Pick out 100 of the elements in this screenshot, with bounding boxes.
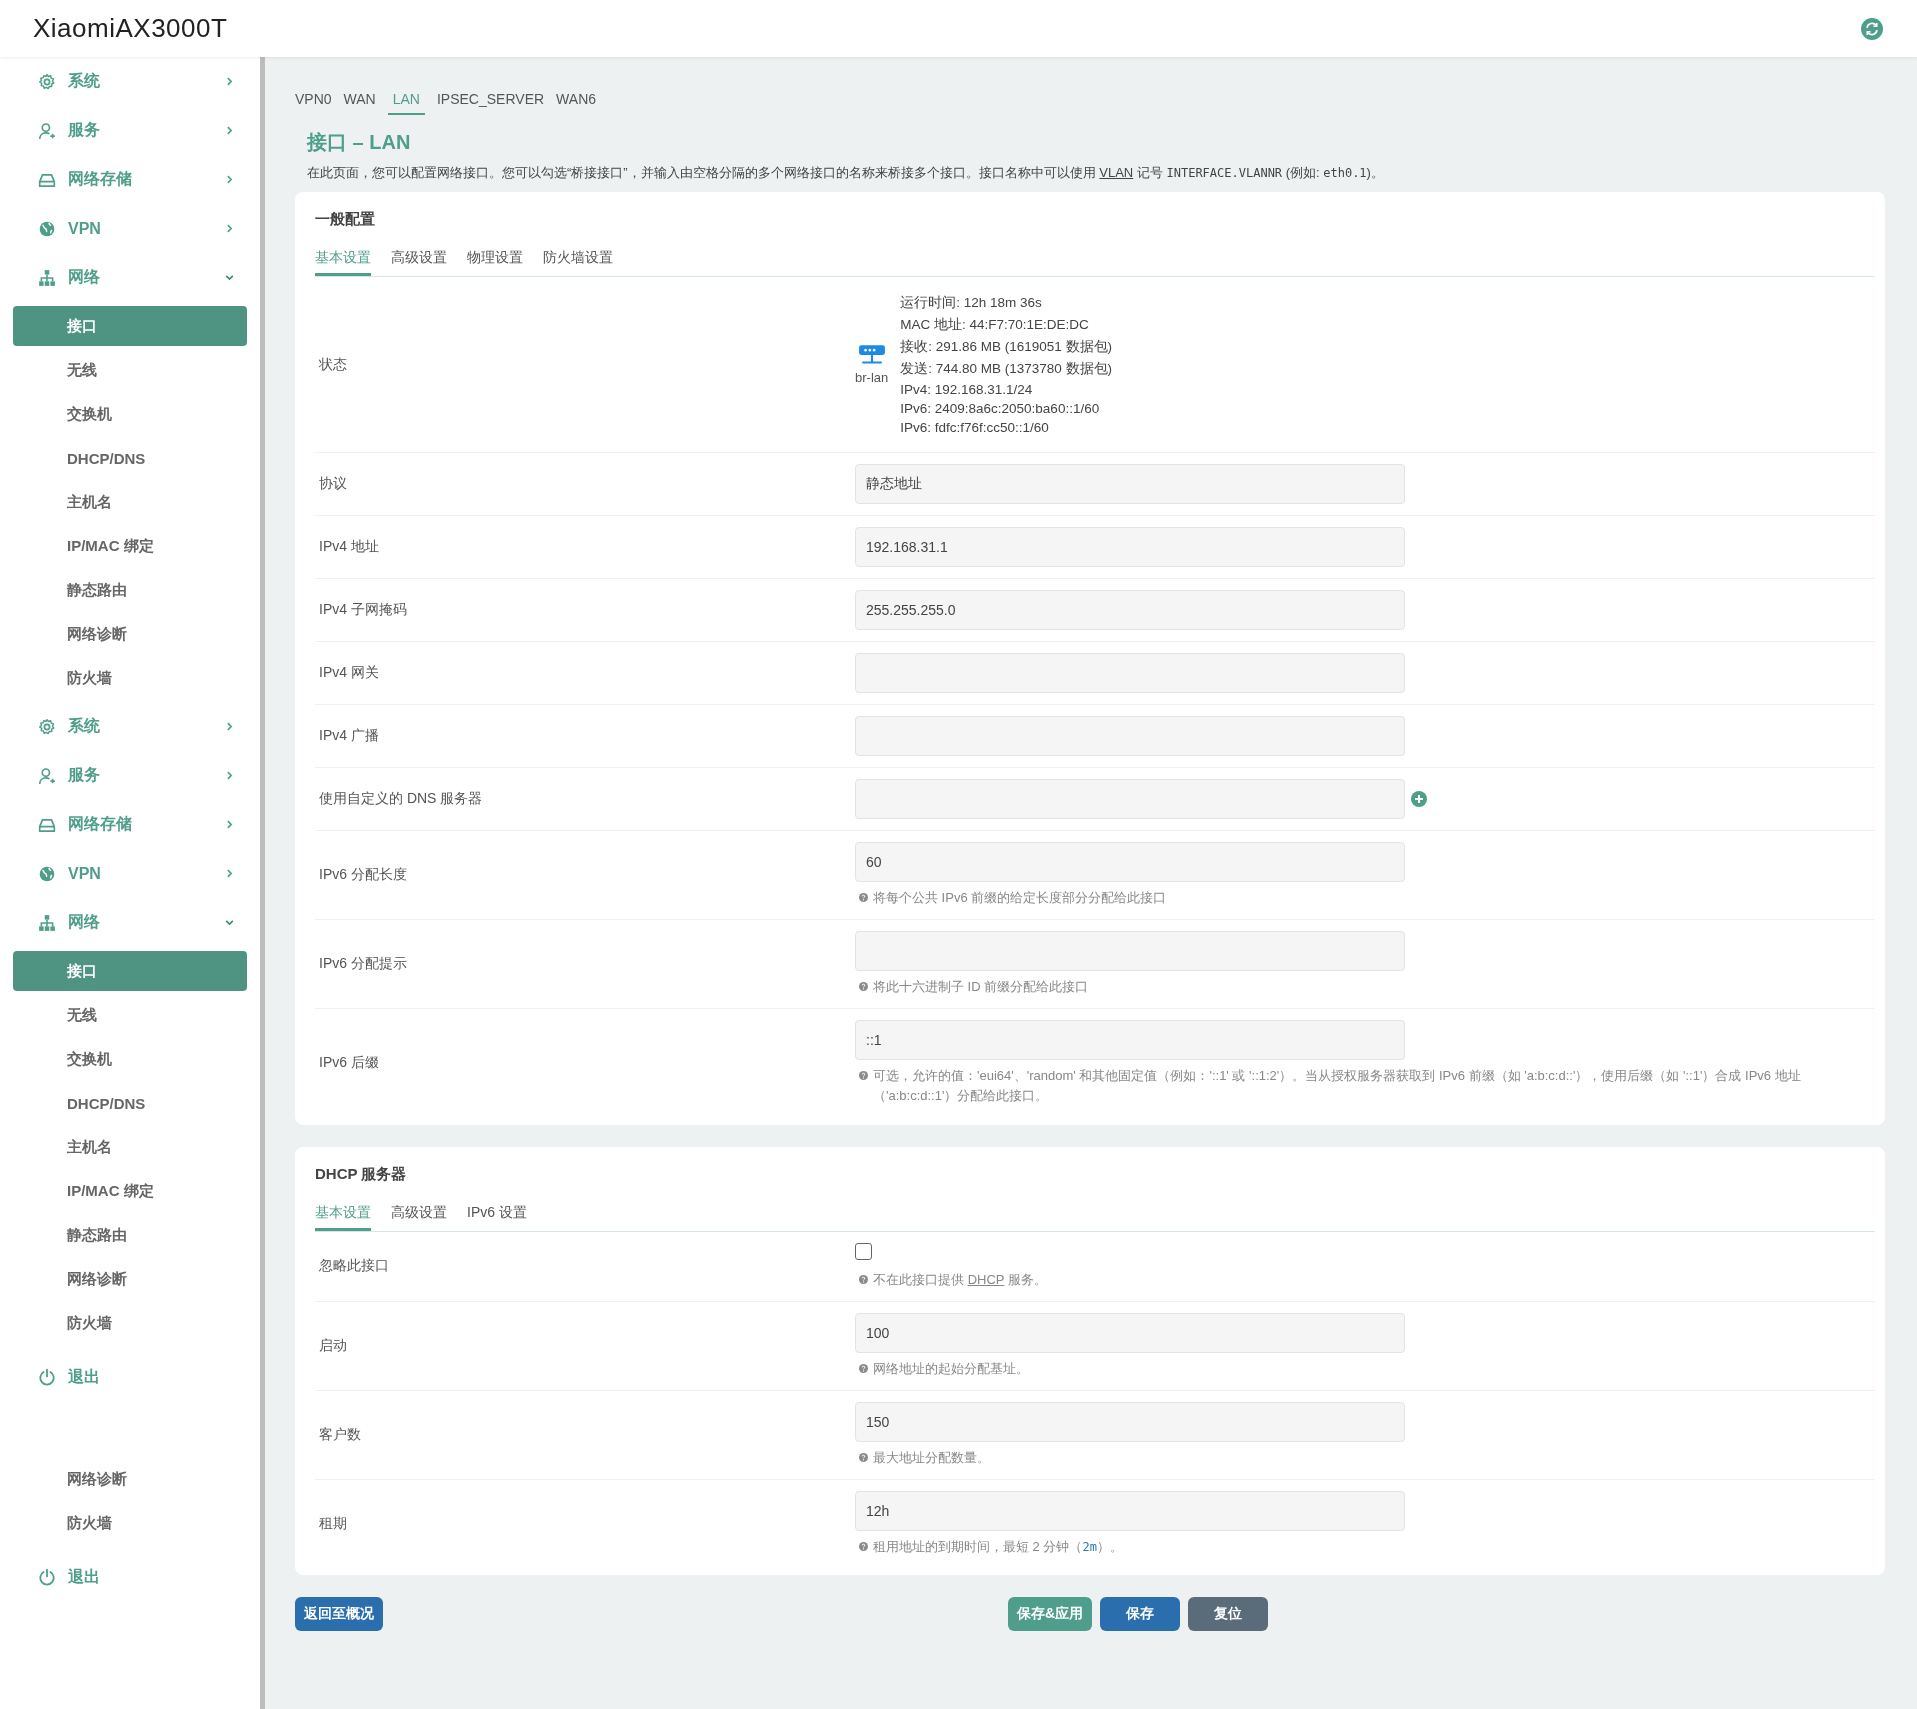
sidebar-subitem[interactable]: 防火墙 xyxy=(13,1303,247,1343)
add-icon[interactable] xyxy=(1411,791,1427,807)
input-field[interactable]: 192.168.31.1 xyxy=(855,527,1405,567)
help-icon xyxy=(859,1542,868,1551)
sidebar-item[interactable]: 网络存储 xyxy=(13,155,247,204)
input-field[interactable] xyxy=(855,653,1405,693)
sidebar-subitem[interactable]: 主机名 xyxy=(13,482,247,522)
checkbox[interactable] xyxy=(855,1242,872,1260)
field-label: IPv4 网关 xyxy=(318,664,380,682)
field-label: IPv4 子网掩码 xyxy=(318,601,408,619)
sidebar-item[interactable]: 服务 xyxy=(13,751,247,800)
sidebar-subitem[interactable]: DHCP/DNS xyxy=(13,1083,247,1123)
sidebar-subitem[interactable]: 网络诊断 xyxy=(13,1459,247,1499)
brand-title: XiaomiAX3000T xyxy=(33,13,228,44)
input-field[interactable]: 100 xyxy=(855,1312,1405,1353)
input-field[interactable] xyxy=(855,931,1405,972)
status-line: IPv6: 2409:8a6c:2050:ba60::1/60 xyxy=(900,401,1101,416)
section-tab[interactable]: 高级设置 xyxy=(391,245,447,276)
input-field[interactable]: 60 xyxy=(855,842,1405,882)
sidebar-item[interactable]: 系统 xyxy=(13,702,247,751)
section-tab[interactable]: 高级设置 xyxy=(391,1199,447,1231)
sidebar-subitem[interactable]: 防火墙 xyxy=(13,1503,247,1543)
gear-icon xyxy=(38,717,56,736)
input-field[interactable]: 12h xyxy=(855,1491,1405,1531)
section-tab[interactable]: 基本设置 xyxy=(315,1199,371,1231)
save-button[interactable]: 保存 xyxy=(1100,1597,1181,1632)
help-icon xyxy=(859,1452,868,1462)
field-label: IPv6 分配提示 xyxy=(318,955,408,974)
network-device-icon xyxy=(857,344,886,366)
interface-tab[interactable]: VPN0 xyxy=(295,87,332,115)
sidebar-subitem[interactable]: 网络诊断 xyxy=(13,614,247,654)
section-tab[interactable]: IPv6 设置 xyxy=(467,1199,527,1231)
sidebar-subitem[interactable]: 交换机 xyxy=(13,1039,247,1079)
help-icon xyxy=(859,1363,868,1373)
refresh-icon[interactable] xyxy=(1861,17,1883,40)
input-field[interactable]: 150 xyxy=(855,1401,1405,1442)
field-label: 状态 xyxy=(318,355,348,374)
field-label: IPv4 地址 xyxy=(318,538,380,556)
help-text: 不在此接口提供 DHCP 服务。 xyxy=(873,1270,1048,1289)
back-button[interactable]: 返回至概况 xyxy=(295,1597,383,1632)
sidebar-subitem[interactable]: 静态路由 xyxy=(13,1215,247,1255)
sidebar-item[interactable]: VPN xyxy=(13,204,247,253)
input-field[interactable]: 255.255.255.0 xyxy=(855,590,1405,630)
sidebar-subitem[interactable]: 接口 xyxy=(13,306,247,346)
input-field[interactable]: ::1 xyxy=(855,1020,1405,1061)
sidebar-subitem[interactable]: 无线 xyxy=(13,350,247,390)
sidebar-item[interactable]: 服务 xyxy=(13,106,247,155)
sidebar-subitem[interactable]: 网络诊断 xyxy=(13,1259,247,1299)
field-label: 客户数 xyxy=(318,1425,362,1444)
network-icon xyxy=(38,913,56,932)
input-field[interactable]: 静态地址 xyxy=(855,464,1405,504)
sidebar-item[interactable]: 网络 xyxy=(13,253,247,302)
help-icon xyxy=(859,893,868,902)
sidebar-item[interactable]: 系统 xyxy=(13,57,247,106)
sidebar-subitem[interactable]: IP/MAC 绑定 xyxy=(13,1171,247,1211)
sidebar-subitem[interactable]: 交换机 xyxy=(13,394,247,434)
sidebar-item[interactable]: VPN xyxy=(13,849,247,898)
field-label: 租期 xyxy=(318,1515,348,1534)
sidebar-subitem[interactable]: 无线 xyxy=(13,995,247,1035)
status-line: MAC 地址: 44:F7:70:1E:DE:DC xyxy=(900,316,1090,334)
interface-tab[interactable]: WAN6 xyxy=(556,87,597,115)
device-name: br-lan xyxy=(855,370,889,385)
save-apply-button[interactable]: 保存&应用 xyxy=(1007,1597,1093,1632)
network-icon xyxy=(38,268,56,287)
sidebar-item[interactable]: 退出 xyxy=(13,1347,247,1407)
section-tab[interactable]: 防火墙设置 xyxy=(543,245,613,276)
sidebar-item[interactable]: 网络存储 xyxy=(13,800,247,849)
status-line: IPv6: fdfc:f76f:cc50::1/60 xyxy=(900,420,1050,435)
section-tab[interactable]: 物理设置 xyxy=(467,245,523,276)
field-label: 使用自定义的 DNS 服务器 xyxy=(318,790,484,808)
status-line: 接收: 291.86 MB (1619051 数据包) xyxy=(900,338,1113,356)
sidebar-subitem[interactable]: 防火墙 xyxy=(13,658,247,698)
field-label: IPv4 广播 xyxy=(318,727,380,745)
help-icon xyxy=(859,1274,868,1284)
power-icon xyxy=(38,1568,56,1586)
sidebar-subitem[interactable]: IP/MAC 绑定 xyxy=(13,526,247,566)
interface-tab[interactable]: IPSEC_SERVER xyxy=(436,87,545,115)
page-title: 接口 – LAN xyxy=(307,130,412,155)
sidebar-subitem[interactable]: DHCP/DNS xyxy=(13,438,247,478)
sidebar-subitem[interactable]: 接口 xyxy=(13,951,247,991)
section-tab[interactable]: 基本设置 xyxy=(315,245,371,276)
sidebar-item[interactable]: 网络 xyxy=(13,898,247,947)
status-line: 运行时间: 12h 18m 36s xyxy=(900,294,1043,312)
status-line: 发送: 744.80 MB (1373780 数据包) xyxy=(900,360,1113,378)
globe-icon xyxy=(38,864,56,883)
section-title: 一般配置 xyxy=(315,210,376,229)
section-title: DHCP 服务器 xyxy=(315,1164,408,1184)
input-field[interactable] xyxy=(855,779,1405,819)
reset-button[interactable]: 复位 xyxy=(1188,1597,1269,1632)
sidebar-subitem[interactable]: 静态路由 xyxy=(13,570,247,610)
sidebar-subitem[interactable]: 主机名 xyxy=(13,1127,247,1167)
help-icon xyxy=(859,1071,868,1081)
globe-icon xyxy=(38,219,56,238)
input-field[interactable] xyxy=(855,716,1405,756)
user-icon xyxy=(38,121,56,140)
help-text: 将每个公共 IPv6 前缀的给定长度部分分配给此接口 xyxy=(873,889,1168,907)
power-icon xyxy=(38,1368,56,1386)
help-text: 最大地址分配数量。 xyxy=(873,1448,991,1467)
interface-tab[interactable]: WAN xyxy=(343,87,376,115)
sidebar-item[interactable]: 退出 xyxy=(13,1547,247,1607)
